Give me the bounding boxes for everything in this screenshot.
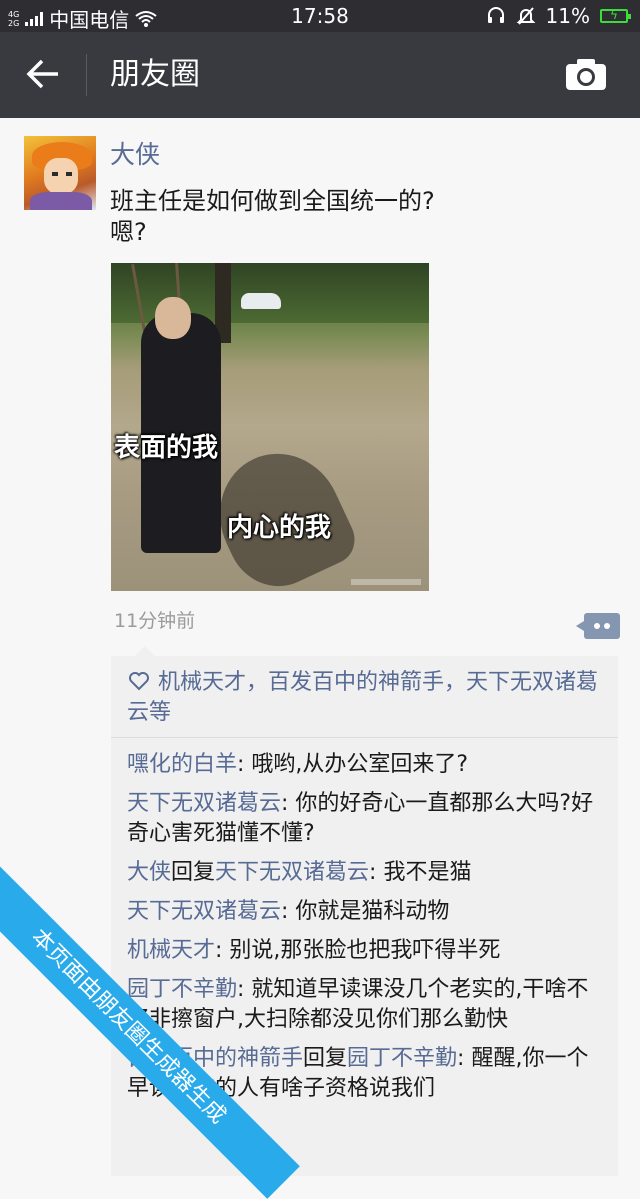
comment-user[interactable]: 天下无双诸葛云 [127, 791, 281, 816]
likes-names[interactable]: 机械天才，百发百中的神箭手，天下无双诸葛云等 [127, 670, 598, 725]
reply-word: 回复 [303, 1046, 348, 1071]
comment-item[interactable]: 大侠回复天下无双诸葛云: 我不是猫 [127, 858, 609, 888]
mute-bell-icon [516, 7, 535, 25]
avatar[interactable] [24, 136, 96, 210]
reply-word: 回复 [171, 860, 216, 885]
comment-item[interactable]: 天下无双诸葛云: 你的好奇心一直都那么大吗?好奇心害死猫懂不懂? [127, 789, 609, 849]
image-caption: 表面的我 [114, 433, 219, 463]
comment-user[interactable]: 嘿化的白羊 [127, 752, 237, 777]
comment-item[interactable]: 机械天才: 别说,那张脸也把我吓得半死 [127, 936, 609, 966]
comment-text: : 我不是猫 [369, 860, 472, 885]
nav-divider [86, 54, 87, 96]
comment-more-button[interactable] [576, 613, 620, 639]
status-bar: 4G 2G 中国电信 17:58 11% ϟ [0, 0, 640, 32]
comment-item[interactable]: 嘿化的白羊: 哦哟,从办公室回来了? [127, 750, 609, 780]
post-text: 班主任是如何做到全国统一的? 嗯? [110, 186, 435, 248]
headset-icon [487, 7, 504, 23]
page-title: 朋友圈 [110, 57, 200, 92]
comment-user[interactable]: 园丁不辛勤 [127, 977, 237, 1002]
divider [111, 737, 618, 738]
comment-list: 嘿化的白羊: 哦哟,从办公室回来了? 天下无双诸葛云: 你的好奇心一直都那么大吗?… [127, 750, 609, 1113]
comment-item[interactable]: 园丁不辛勤: 就知道早读课没几个老实的,干啥不好非擦窗户,大扫除都没见你们那么勤… [127, 975, 609, 1035]
battery-icon: ϟ [600, 8, 631, 23]
comment-user[interactable]: 机械天才 [127, 938, 215, 963]
image-caption: 内心的我 [227, 513, 332, 543]
nav-bar: 朋友圈 [0, 32, 640, 118]
comment-text: : 哦哟,从办公室回来了? [237, 752, 469, 777]
heart-icon [129, 672, 149, 691]
reply-target-user[interactable]: 天下无双诸葛云 [215, 860, 369, 885]
battery-percent: 11% [545, 4, 590, 28]
post-text-line: 嗯? [110, 218, 147, 246]
status-right: 11% ϟ [486, 4, 631, 28]
post-time: 11分钟前 [114, 610, 196, 632]
comment-item[interactable]: 天下无双诸葛云: 你就是猫科动物 [127, 897, 609, 927]
author-name[interactable]: 大侠 [110, 138, 160, 172]
likes-row: 机械天才，百发百中的神箭手，天下无双诸葛云等 [127, 668, 607, 728]
post-image[interactable]: 表面的我 内心的我 [111, 263, 429, 591]
comment-user[interactable]: 大侠 [127, 860, 171, 885]
comment-user[interactable]: 天下无双诸葛云 [127, 899, 281, 924]
comment-text: : 别说,那张脸也把我吓得半死 [215, 938, 501, 963]
back-arrow-icon[interactable] [22, 52, 66, 96]
reply-target-user[interactable]: 园丁不辛勤 [347, 1046, 457, 1071]
comment-text: : 你就是猫科动物 [281, 899, 450, 924]
post-text-line: 班主任是如何做到全国统一的? [110, 187, 435, 215]
camera-icon[interactable] [562, 54, 610, 96]
